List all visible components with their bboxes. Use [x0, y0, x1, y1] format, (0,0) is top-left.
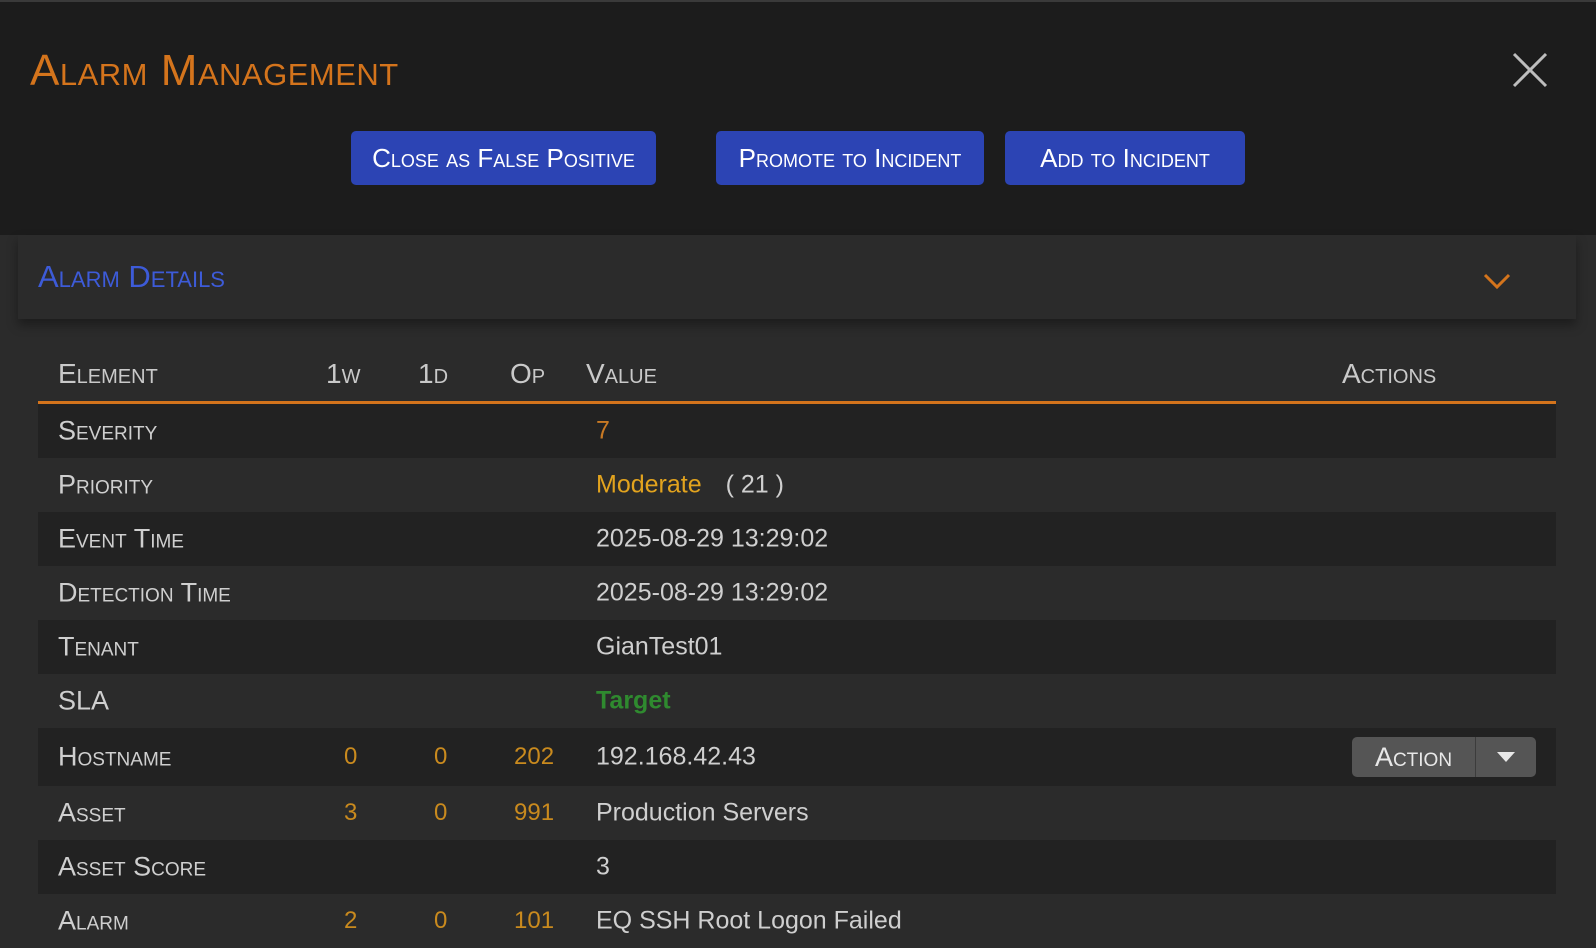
column-header-actions: Actions: [1342, 358, 1437, 389]
row-label: Asset: [58, 797, 126, 828]
sla-status: Target: [596, 686, 671, 715]
table-row: Asset Score 3: [38, 840, 1556, 894]
row-label: Hostname: [58, 741, 172, 772]
column-header-value: Value: [586, 358, 657, 389]
column-header-1d: 1d: [418, 358, 449, 389]
row-value: EQ SSH Root Logon Failed: [596, 906, 902, 935]
caret-down-icon[interactable]: [1476, 737, 1536, 777]
page-title: Alarm Management: [30, 46, 399, 95]
close-as-false-positive-button[interactable]: Close as False Positive: [351, 131, 656, 185]
count-1w[interactable]: 2: [344, 907, 357, 935]
row-label: Tenant: [58, 631, 139, 662]
count-op[interactable]: 101: [514, 907, 554, 935]
row-value: Moderate ( 21 ): [596, 471, 784, 500]
count-op[interactable]: 202: [514, 743, 554, 771]
row-label: Event Time: [58, 523, 184, 554]
add-to-incident-button[interactable]: Add to Incident: [1005, 131, 1245, 185]
row-value: 3: [596, 852, 610, 881]
count-op[interactable]: 991: [514, 799, 554, 827]
row-label: Severity: [58, 415, 158, 446]
column-header-op: Op: [510, 358, 546, 389]
table-row: Tenant GianTest01: [38, 620, 1556, 674]
column-header-element: Element: [58, 358, 158, 389]
table-row: Event Time 2025-08-29 13:29:02: [38, 512, 1556, 566]
close-icon: [1512, 52, 1548, 88]
row-label: Asset Score: [58, 851, 207, 882]
table-row: Severity 7: [38, 404, 1556, 458]
row-value: Target: [596, 687, 671, 716]
table-row: Detection Time 2025-08-29 13:29:02: [38, 566, 1556, 620]
count-1w[interactable]: 0: [344, 743, 357, 771]
row-label: SLA: [58, 685, 110, 716]
row-value: 2025-08-29 13:29:02: [596, 578, 829, 607]
chevron-down-icon[interactable]: [1480, 269, 1514, 293]
action-dropdown-button[interactable]: Action: [1352, 737, 1536, 777]
alarm-management-modal: Alarm Management Close as False Positive…: [0, 0, 1596, 948]
table-header: Element 1w 1d Op Value Actions: [38, 346, 1556, 404]
section-title: Alarm Details: [38, 259, 225, 294]
table-row: Asset 3 0 991 Production Servers: [38, 786, 1556, 840]
table-row: Alarm 2 0 101 EQ SSH Root Logon Failed: [38, 894, 1556, 948]
row-value: Production Servers: [596, 798, 809, 827]
promote-to-incident-button[interactable]: Promote to Incident: [716, 131, 984, 185]
table-row: Hostname 0 0 202 192.168.42.43 Action: [38, 728, 1556, 786]
priority-value: Moderate: [596, 470, 702, 499]
column-header-1w: 1w: [326, 358, 361, 389]
row-value: 7: [596, 417, 610, 446]
row-value: GianTest01: [596, 632, 723, 661]
count-1d[interactable]: 0: [434, 743, 447, 771]
count-1d[interactable]: 0: [434, 799, 447, 827]
modal-header: Alarm Management Close as False Positive…: [0, 0, 1596, 235]
table-row: SLA Target: [38, 674, 1556, 728]
row-value: 192.168.42.43: [596, 742, 756, 771]
row-label: Detection Time: [58, 577, 231, 608]
action-button-label[interactable]: Action: [1352, 737, 1476, 777]
row-label: Alarm: [58, 905, 129, 936]
alarm-details-table: Element 1w 1d Op Value Actions Severity …: [38, 346, 1556, 948]
priority-score: ( 21 ): [725, 470, 784, 499]
count-1w[interactable]: 3: [344, 799, 357, 827]
row-value: 2025-08-29 13:29:02: [596, 524, 829, 553]
count-1d[interactable]: 0: [434, 907, 447, 935]
close-button[interactable]: [1510, 50, 1550, 90]
row-label: Priority: [58, 469, 154, 500]
severity-value: 7: [596, 416, 610, 445]
alarm-details-section-header[interactable]: Alarm Details: [18, 235, 1576, 319]
table-row: Priority Moderate ( 21 ): [38, 458, 1556, 512]
